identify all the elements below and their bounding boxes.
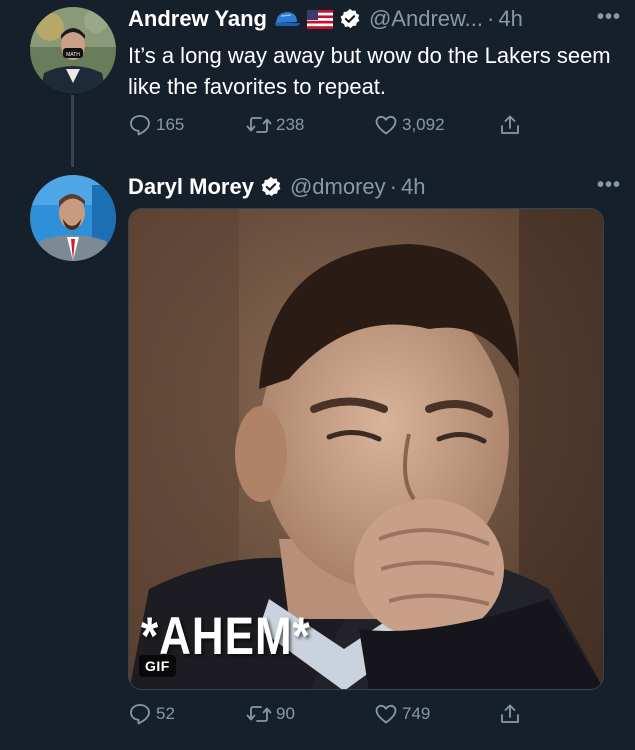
- verified-icon: [339, 8, 361, 30]
- avatar-photo-andrew-yang: MATH: [30, 7, 116, 93]
- separator-dot: ·: [487, 6, 495, 31]
- avatar[interactable]: [30, 175, 116, 261]
- tweet-timestamp[interactable]: 4h: [401, 174, 425, 200]
- tweet-header: Andrew Yang @Andrew... · 4h: [128, 6, 523, 32]
- avatar-photo-daryl-morey: [30, 175, 116, 261]
- reply-icon: [130, 115, 150, 136]
- tweet-timestamp[interactable]: 4h: [498, 6, 522, 32]
- retweet-count: 90: [276, 704, 295, 723]
- author-name[interactable]: Andrew Yang: [128, 6, 267, 32]
- reply-count: 52: [156, 704, 175, 723]
- more-options-icon[interactable]: •••: [597, 6, 621, 29]
- author-handle[interactable]: @dmorey: [290, 174, 386, 200]
- gif-label: GIF: [139, 655, 176, 677]
- tweet-andrew-yang[interactable]: MATH Andrew Yang @Andrew... · 4h ••• It’…: [0, 0, 635, 170]
- reply-button[interactable]: 165: [128, 113, 184, 137]
- more-options-icon[interactable]: •••: [597, 174, 621, 197]
- tweet-daryl-morey[interactable]: Daryl Morey @dmorey · 4h ••• *AHEM* GIF …: [0, 170, 635, 750]
- like-count: 749: [402, 704, 431, 723]
- reply-button[interactable]: 52: [128, 702, 175, 726]
- separator-dot: ·: [389, 174, 397, 199]
- reply-icon: [130, 704, 150, 725]
- retweet-button[interactable]: 238: [246, 113, 304, 137]
- like-count: 3,092: [402, 115, 445, 134]
- gif-media[interactable]: *AHEM* GIF: [128, 208, 604, 690]
- author-handle[interactable]: @Andrew...: [369, 6, 483, 32]
- share-button[interactable]: [498, 113, 522, 137]
- like-button[interactable]: 3,092: [374, 113, 445, 137]
- svg-text:MATH: MATH: [66, 52, 80, 58]
- avatar[interactable]: MATH: [30, 7, 116, 93]
- retweet-count: 238: [276, 115, 305, 134]
- tweet-header: Daryl Morey @dmorey · 4h: [128, 174, 425, 200]
- share-icon: [501, 704, 519, 723]
- share-icon: [501, 115, 519, 134]
- author-name[interactable]: Daryl Morey: [128, 174, 254, 200]
- share-button[interactable]: [498, 702, 522, 726]
- like-button[interactable]: 749: [374, 702, 430, 726]
- reply-count: 165: [156, 115, 185, 134]
- heart-icon: [375, 704, 397, 724]
- thread-line: [71, 95, 74, 167]
- us-flag-icon: [306, 9, 333, 29]
- retweet-icon: [246, 117, 272, 133]
- verified-icon: [260, 176, 282, 198]
- retweet-icon: [246, 706, 272, 722]
- tweet-text: It’s a long way away but wow do the Lake…: [128, 43, 611, 99]
- retweet-button[interactable]: 90: [246, 702, 295, 726]
- blue-cap-icon: [273, 9, 301, 29]
- heart-icon: [375, 115, 397, 135]
